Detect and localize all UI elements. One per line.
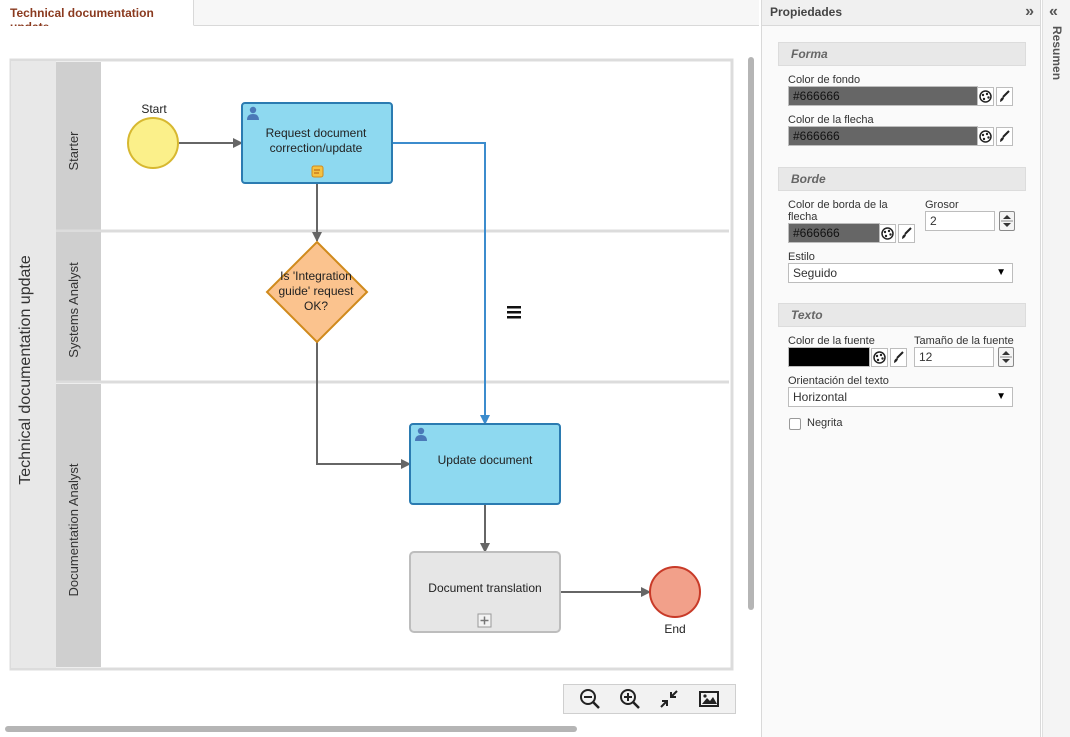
task-request-label-line1: Request document [266, 126, 367, 140]
brush-icon [1000, 90, 1010, 102]
label-grosor: Grosor [925, 199, 959, 211]
dropdown-arrow-icon: ▼ [996, 391, 1006, 402]
color-de-fondo-field[interactable]: #666666 [788, 86, 978, 106]
export-image-button[interactable] [696, 687, 722, 711]
color-palette-button[interactable] [977, 87, 994, 106]
color-de-la-fuente-field[interactable] [788, 347, 870, 367]
zoom-out-button[interactable] [577, 687, 603, 711]
task-update-label: Update document [438, 453, 533, 467]
negrita-checkbox[interactable] [789, 418, 801, 430]
estilo-selected-value: Seguido [793, 266, 838, 280]
estilo-select[interactable]: Seguido ▼ [788, 263, 1013, 283]
brush-icon [902, 227, 912, 239]
summary-panel-collapsed[interactable]: « Resumen [1042, 0, 1070, 737]
tab-technical-documentation-update[interactable]: Technical documentation update [0, 0, 194, 34]
task-request-label-line2: correction/update [270, 141, 363, 155]
palette-icon [979, 130, 992, 143]
diagram-canvas[interactable]: Technical documentation update Starter S… [0, 26, 759, 737]
dropdown-arrow-icon: ▼ [996, 267, 1006, 278]
bpmn-diagram[interactable]: Technical documentation update Starter S… [0, 26, 759, 737]
label-tamano-de-la-fuente: Tamaño de la fuente [914, 335, 1014, 347]
expand-subprocess-icon[interactable] [477, 613, 492, 628]
label-color-de-la-fuente: Color de la fuente [788, 335, 875, 347]
zoom-in-icon [619, 689, 640, 709]
color-picker-button[interactable] [996, 87, 1013, 106]
stepper-arrows-icon [1001, 215, 1013, 227]
color-picker-button[interactable] [898, 224, 915, 243]
palette-icon [979, 90, 992, 103]
label-color-de-la-flecha: Color de la flecha [788, 114, 874, 126]
lane-systems-analyst[interactable]: Systems Analyst [56, 232, 101, 381]
label-color-de-borda: Color de borda de la flecha [788, 199, 888, 223]
grosor-stepper[interactable] [999, 211, 1015, 231]
vertical-scrollbar[interactable] [748, 57, 754, 610]
fit-to-screen-button[interactable] [656, 687, 682, 711]
color-palette-button[interactable] [871, 348, 888, 367]
start-event-label: Start [141, 102, 167, 116]
palette-icon [881, 227, 894, 240]
process-editor-app: Technical documentation update Technical… [0, 0, 1070, 737]
lane-documentation-analyst[interactable]: Documentation Analyst [56, 384, 101, 667]
palette-icon [873, 351, 886, 364]
gateway-label-line3: OK? [304, 299, 328, 313]
zoom-in-button[interactable] [617, 687, 643, 711]
color-de-la-flecha-field[interactable]: #666666 [788, 126, 978, 146]
orientacion-selected-value: Horizontal [793, 390, 848, 404]
section-borde-title: Borde [791, 172, 826, 186]
color-palette-button[interactable] [879, 224, 896, 243]
zoom-toolbar [563, 684, 736, 714]
brush-icon [1000, 130, 1010, 142]
fit-icon [660, 690, 679, 708]
collapse-panel-icon[interactable]: » [1025, 3, 1034, 21]
stepper-arrows-icon [1000, 351, 1012, 363]
end-event-label: End [664, 622, 685, 636]
color-palette-button[interactable] [977, 127, 994, 146]
section-texto[interactable]: Texto [778, 303, 1026, 327]
task-update-document[interactable]: Update document [409, 423, 561, 505]
image-export-icon [699, 691, 720, 707]
label-estilo: Estilo [788, 251, 815, 263]
summary-label[interactable]: Resumen [1050, 26, 1064, 80]
form-icon [311, 165, 324, 178]
label-color-de-fondo: Color de fondo [788, 74, 861, 86]
brush-icon [894, 351, 904, 363]
properties-panel: Propiedades » Forma Color de fondo #6666… [761, 0, 1041, 737]
zoom-out-icon [579, 689, 600, 709]
subprocess-label: Document translation [428, 581, 541, 595]
section-forma-title: Forma [791, 47, 828, 61]
color-picker-button[interactable] [890, 348, 907, 367]
grosor-input[interactable]: 2 [925, 211, 995, 231]
tamano-fuente-stepper[interactable] [998, 347, 1014, 367]
gateway-label-line1: Is 'Integration [280, 269, 352, 283]
properties-title: Propiedades [770, 5, 843, 19]
expand-summary-icon[interactable]: « [1049, 3, 1058, 21]
label-orientacion-del-texto: Orientación del texto [788, 375, 889, 387]
pool-title: Technical documentation update [17, 255, 34, 485]
flow-handle-icon[interactable] [507, 306, 521, 319]
diagram-editor: Technical documentation update Technical… [0, 0, 759, 737]
color-picker-button[interactable] [996, 127, 1013, 146]
horizontal-scrollbar[interactable] [5, 726, 577, 732]
section-texto-title: Texto [791, 308, 823, 322]
gateway-label-line2: guide' request [278, 284, 354, 298]
tab-bar: Technical documentation update [0, 0, 759, 34]
lane-label-starter: Starter [66, 131, 81, 171]
task-request-document[interactable]: Request document correction/update [241, 102, 393, 184]
section-borde[interactable]: Borde [778, 167, 1026, 191]
lane-label-systems-analyst: Systems Analyst [66, 262, 81, 358]
orientacion-select[interactable]: Horizontal ▼ [788, 387, 1013, 407]
lane-label-documentation-analyst: Documentation Analyst [66, 463, 81, 596]
properties-header: Propiedades » [762, 0, 1040, 26]
color-de-borda-field[interactable]: #666666 [788, 223, 880, 243]
section-forma[interactable]: Forma [778, 42, 1026, 66]
label-negrita: Negrita [807, 417, 843, 429]
tamano-fuente-input[interactable]: 12 [914, 347, 994, 367]
subprocess-document-translation[interactable]: Document translation [409, 551, 561, 633]
